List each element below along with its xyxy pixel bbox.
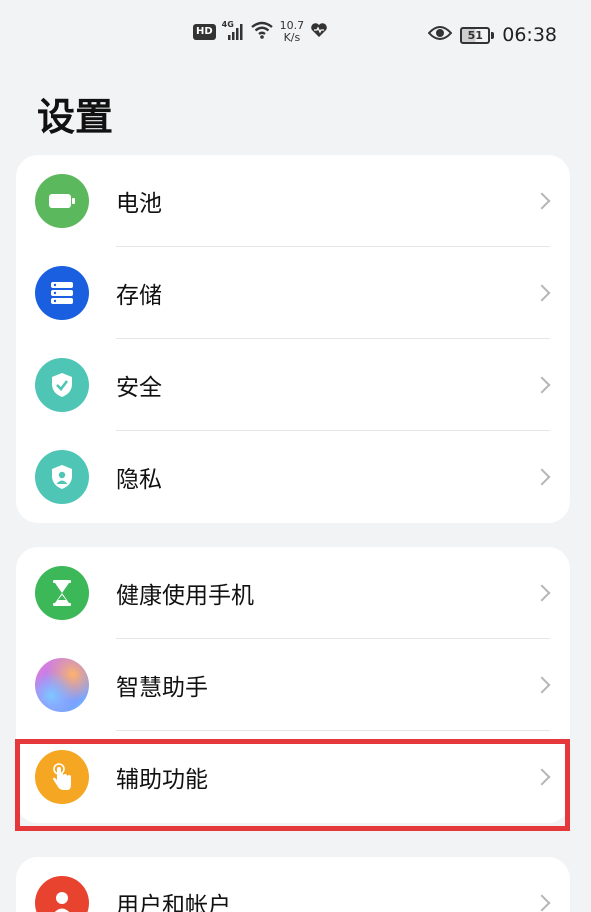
settings-item-battery[interactable]: 电池	[16, 155, 570, 247]
status-bar-indicators: HD 4G 10.7 K/s	[193, 20, 328, 44]
settings-group-1: 电池 存储 安全 隐私	[16, 155, 570, 523]
network-speed-unit: K/s	[283, 31, 301, 44]
settings-item-security[interactable]: 安全	[16, 339, 570, 431]
chevron-right-icon	[533, 192, 551, 210]
chevron-right-icon	[533, 468, 551, 486]
settings-item-label: 用户和帐户	[116, 893, 231, 912]
wifi-icon	[250, 20, 274, 44]
user-icon	[35, 876, 89, 912]
battery-indicator: 51	[460, 26, 495, 44]
highlight-box	[15, 739, 570, 831]
chevron-right-icon	[533, 284, 551, 302]
network-speed: 10.7 K/s	[280, 20, 305, 44]
chevron-right-icon	[533, 376, 551, 394]
chevron-right-icon	[533, 584, 551, 602]
cell-signal-icon: 4G	[222, 20, 244, 41]
status-bar: HD 4G 10.7 K/s 51 06:38	[0, 0, 591, 74]
eye-comfort-icon	[427, 25, 453, 45]
shield-check-icon	[35, 358, 89, 412]
settings-item-label: 隐私	[116, 467, 162, 493]
chevron-right-icon	[533, 894, 551, 912]
hd-voice-badge: HD	[193, 24, 216, 40]
settings-item-label: 电池	[116, 191, 162, 217]
privacy-shield-icon	[35, 450, 89, 504]
status-bar-right: 51 06:38	[427, 24, 557, 46]
hourglass-icon	[35, 566, 89, 620]
settings-group-3: 用户和帐户	[16, 857, 570, 912]
battery-level: 51	[460, 26, 491, 44]
settings-item-label: 健康使用手机	[116, 583, 254, 609]
settings-item-label: 存储	[116, 283, 162, 309]
settings-item-label: 智慧助手	[116, 675, 208, 701]
chevron-right-icon	[533, 676, 551, 694]
battery-tip	[491, 31, 495, 39]
health-heart-icon	[310, 22, 328, 42]
settings-item-storage[interactable]: 存储	[16, 247, 570, 339]
assistant-icon	[35, 658, 89, 712]
settings-item-privacy[interactable]: 隐私	[16, 431, 570, 523]
page-title: 设置	[37, 95, 114, 139]
settings-item-users-accounts[interactable]: 用户和帐户	[16, 857, 570, 912]
settings-item-digital-balance[interactable]: 健康使用手机	[16, 547, 570, 639]
settings-item-smart-assistant[interactable]: 智慧助手	[16, 639, 570, 731]
battery-icon	[35, 174, 89, 228]
settings-item-label: 安全	[116, 375, 162, 401]
clock: 06:38	[502, 24, 557, 46]
storage-icon	[35, 266, 89, 320]
